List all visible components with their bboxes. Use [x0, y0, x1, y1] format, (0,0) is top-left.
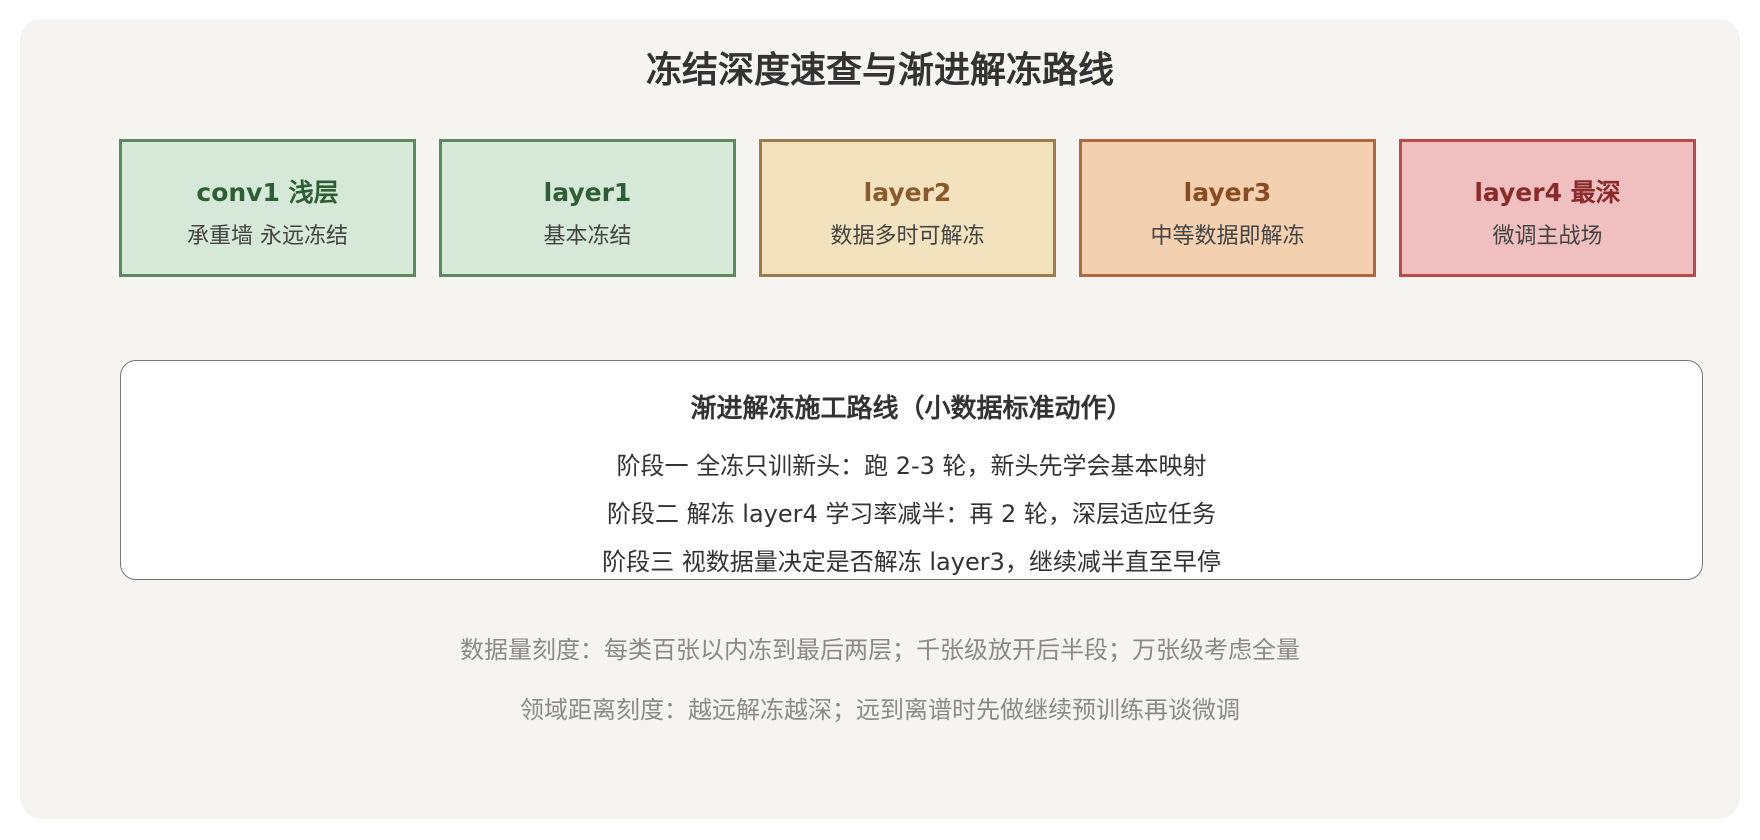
- layer-name: layer1: [543, 178, 632, 207]
- layer-box-layer1: layer1 基本冻结: [439, 139, 736, 277]
- route-box: 渐进解冻施工路线（小数据标准动作） 阶段一 全冻只训新头：跑 2-3 轮，新头先…: [120, 360, 1703, 580]
- layer-description: 数据多时可解冻: [830, 224, 985, 249]
- route-step-1: 阶段一 全冻只训新头：跑 2-3 轮，新头先学会基本映射: [616, 452, 1207, 480]
- layer-description: 承重墙 永远冻结: [187, 224, 348, 249]
- layer-name: layer4 最深: [1474, 178, 1621, 207]
- diagram-title: 冻结深度速查与渐进解冻路线: [645, 50, 1114, 91]
- layer-box-layer3: layer3 中等数据即解冻: [1079, 139, 1376, 277]
- route-step-2: 阶段二 解冻 layer4 学习率减半：再 2 轮，深层适应任务: [607, 500, 1216, 528]
- route-title: 渐进解冻施工路线（小数据标准动作）: [690, 394, 1133, 424]
- layer-name: layer2: [863, 178, 952, 207]
- layer-box-conv1: conv1 浅层 承重墙 永远冻结: [119, 139, 416, 277]
- route-step-3: 阶段三 视数据量决定是否解冻 layer3，继续减半直至早停: [602, 548, 1221, 576]
- layer-description: 基本冻结: [543, 224, 632, 249]
- layer-name: conv1 浅层: [196, 178, 339, 207]
- layer-name: layer3: [1183, 178, 1272, 207]
- data-volume-note: 数据量刻度：每类百张以内冻到最后两层；千张级放开后半段；万张级考虑全量: [460, 636, 1300, 664]
- layer-box-layer2: layer2 数据多时可解冻: [759, 139, 1056, 277]
- layer-description: 中等数据即解冻: [1150, 224, 1305, 249]
- layer-description: 微调主战场: [1492, 224, 1603, 249]
- domain-distance-note: 领域距离刻度：越远解冻越深；远到离谱时先做继续预训练再谈微调: [520, 696, 1240, 724]
- layer-box-layer4: layer4 最深 微调主战场: [1399, 139, 1696, 277]
